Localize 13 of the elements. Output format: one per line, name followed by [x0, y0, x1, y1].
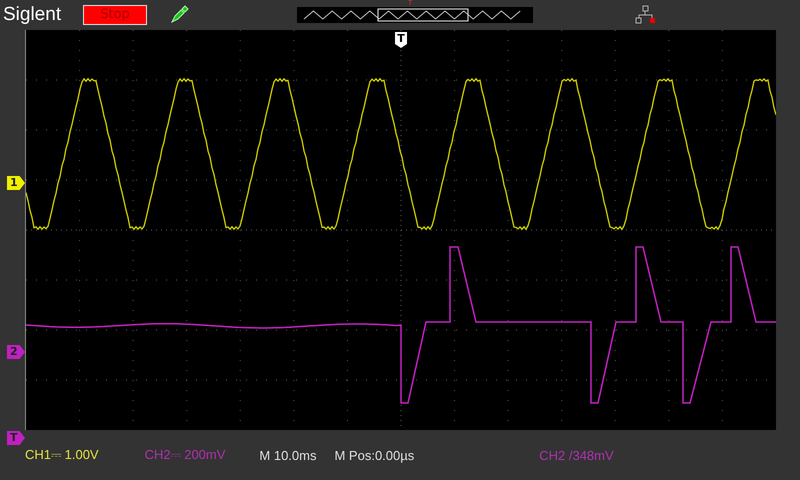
- network-icon: [635, 5, 657, 25]
- timebase-label: M 10.0ms: [259, 448, 316, 462]
- channel-marker: 1: [7, 176, 25, 190]
- channel-two-scale: CH2⎓ 200mV: [144, 447, 226, 463]
- horizontal-position-label: M Pos:0.00µs: [334, 448, 414, 462]
- channel-marker: 2: [7, 345, 25, 359]
- trigger-setting-label: CH2 /348mV: [539, 448, 614, 462]
- run-state-indicator[interactable]: Stop: [83, 5, 147, 25]
- trigger-position-marker: T: [395, 32, 407, 48]
- probe-icon: [169, 5, 189, 25]
- brand-name: Siglent: [3, 4, 62, 26]
- trigger-level-marker: T: [7, 431, 25, 445]
- channel-one-scale: CH1⎓ 1.00V: [25, 447, 99, 463]
